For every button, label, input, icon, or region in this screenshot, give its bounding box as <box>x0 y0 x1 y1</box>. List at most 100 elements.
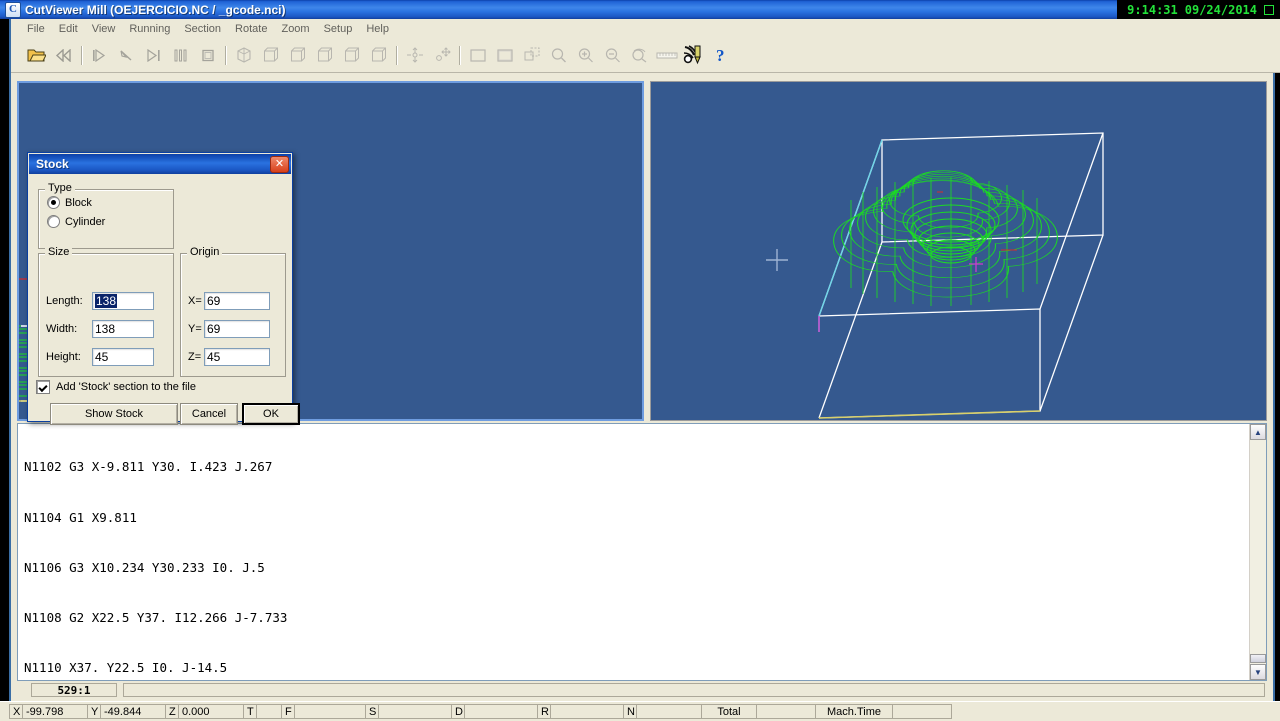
status-value-z: 0.000 <box>178 704 244 719</box>
menu-item-view[interactable]: View <box>85 21 123 37</box>
measure-ruler-icon[interactable] <box>653 43 680 68</box>
scroll-down-icon[interactable]: ▼ <box>1250 664 1266 680</box>
status-label-total: Total <box>701 704 757 719</box>
clock-date: 09/24/2014 <box>1185 3 1257 17</box>
view-front-icon[interactable] <box>284 43 311 68</box>
status-label-y: Y <box>87 704 101 719</box>
cancel-button[interactable]: Cancel <box>180 403 238 425</box>
status-value-n <box>636 704 702 719</box>
row-col-indicator: 529:1 <box>31 683 117 697</box>
status-value-total <box>756 704 816 719</box>
dual-view-icon[interactable] <box>491 43 518 68</box>
editor-vertical-scrollbar[interactable]: ▲ ▼ <box>1249 424 1266 680</box>
origin-y-input[interactable]: 69 <box>204 320 270 338</box>
length-label: Length: <box>46 295 92 307</box>
menu-item-running[interactable]: Running <box>122 21 177 37</box>
iso-3d-view-canvas <box>651 82 1266 420</box>
stock-dialog[interactable]: Stock ✕ Type Block Cylinder <box>27 152 293 422</box>
view-iso-icon[interactable] <box>230 43 257 68</box>
step-start-icon[interactable] <box>86 43 113 68</box>
add-stock-section-checkbox-row[interactable]: Add 'Stock' section to the file <box>36 380 196 394</box>
radio-cylinder-label: Cylinder <box>65 216 105 228</box>
radio-cylinder-icon[interactable] <box>47 215 60 228</box>
status-label-x: X <box>9 704 23 719</box>
status-label-f: F <box>281 704 295 719</box>
width-field-row: Width: 138 <box>46 320 154 338</box>
close-icon[interactable]: ✕ <box>270 156 289 173</box>
length-value: 138 <box>95 294 117 308</box>
gcode-editor[interactable]: N1102 G3 X-9.811 Y30. I.423 J.267 N1104 … <box>17 423 1267 681</box>
menu-item-rotate[interactable]: Rotate <box>228 21 274 37</box>
height-label: Height: <box>46 351 92 363</box>
clock-time: 9:14:31 <box>1127 3 1178 17</box>
origin-x-input[interactable]: 69 <box>204 292 270 310</box>
scrollbar-thumb[interactable] <box>1250 654 1266 663</box>
step-end-icon[interactable] <box>140 43 167 68</box>
menu-item-file[interactable]: File <box>20 21 52 37</box>
rotate-icon[interactable] <box>401 43 428 68</box>
zoom-previous-icon[interactable] <box>626 43 653 68</box>
height-field-row: Height: 45 <box>46 348 154 366</box>
length-input[interactable]: 138 <box>92 292 154 310</box>
menu-item-zoom[interactable]: Zoom <box>274 21 316 37</box>
menu-item-setup[interactable]: Setup <box>317 21 360 37</box>
cutviewer-application: C CutViewer Mill (OEJERCICIO.NC / _gcode… <box>0 0 1280 720</box>
gcode-line: N1106 G3 X10.234 Y30.233 I0. J.5 <box>24 560 1248 577</box>
view-side-icon[interactable] <box>311 43 338 68</box>
tool-setup-icon[interactable] <box>680 43 707 68</box>
width-label: Width: <box>46 323 92 335</box>
gcode-line: N1104 G1 X9.811 <box>24 510 1248 527</box>
status-label-t: T <box>243 704 257 719</box>
menu-item-edit[interactable]: Edit <box>52 21 85 37</box>
origin-x-label: X= <box>188 295 204 307</box>
system-clock: 9:14:31 09/24/2014 <box>1117 0 1280 19</box>
origin-y-label: Y= <box>188 323 204 335</box>
run-icon[interactable] <box>113 43 140 68</box>
origin-z-input[interactable]: 45 <box>204 348 270 366</box>
single-view-icon[interactable] <box>464 43 491 68</box>
radio-block[interactable]: Block <box>47 196 173 209</box>
zoom-window-icon[interactable] <box>518 43 545 68</box>
origin-z-row: Z= 45 <box>188 348 270 366</box>
origin-x-row: X= 69 <box>188 292 270 310</box>
open-file-icon[interactable] <box>23 43 50 68</box>
pause-icon[interactable] <box>167 43 194 68</box>
svg-text:?: ? <box>716 46 725 64</box>
pan-icon[interactable] <box>428 43 455 68</box>
menu-bar: File Edit View Running Section Rotate Zo… <box>11 19 1280 39</box>
size-group-label: Size <box>45 246 72 258</box>
view-bottom-icon[interactable] <box>365 43 392 68</box>
height-input[interactable]: 45 <box>92 348 154 366</box>
menu-item-help[interactable]: Help <box>359 21 396 37</box>
zoom-fit-icon[interactable] <box>545 43 572 68</box>
type-group: Type Block Cylinder <box>38 189 174 249</box>
scroll-up-icon[interactable]: ▲ <box>1250 424 1266 440</box>
rewind-icon[interactable] <box>50 43 77 68</box>
view-top-icon[interactable] <box>257 43 284 68</box>
editor-status-strip: 529:1 <box>17 682 1267 698</box>
zoom-in-icon[interactable] <box>572 43 599 68</box>
iso-3d-view[interactable] <box>650 81 1267 421</box>
ok-button[interactable]: OK <box>242 403 300 425</box>
radio-cylinder[interactable]: Cylinder <box>47 215 173 228</box>
toolbar-separator <box>81 46 82 65</box>
window-title-bar: C CutViewer Mill (OEJERCICIO.NC / _gcode… <box>0 0 1280 19</box>
status-value-d <box>464 704 538 719</box>
stock-dialog-title-bar: Stock ✕ <box>29 154 291 174</box>
menu-item-section[interactable]: Section <box>177 21 228 37</box>
checkbox-icon[interactable] <box>36 380 50 394</box>
radio-block-icon[interactable] <box>47 196 60 209</box>
gcode-text: N1102 G3 X-9.811 Y30. I.423 J.267 N1104 … <box>24 426 1248 681</box>
zoom-out-icon[interactable] <box>599 43 626 68</box>
status-value-x: -99.798 <box>22 704 88 719</box>
origin-y-row: Y= 69 <box>188 320 270 338</box>
stop-icon[interactable] <box>194 43 221 68</box>
help-question-icon[interactable]: ? <box>707 43 734 68</box>
view-back-icon[interactable] <box>338 43 365 68</box>
status-label-d: D <box>451 704 465 719</box>
width-input[interactable]: 138 <box>92 320 154 338</box>
status-value-r <box>550 704 624 719</box>
status-label-z: Z <box>165 704 179 719</box>
show-stock-button[interactable]: Show Stock <box>50 403 178 425</box>
stock-dialog-body: Type Block Cylinder Size Length: <box>28 175 292 421</box>
